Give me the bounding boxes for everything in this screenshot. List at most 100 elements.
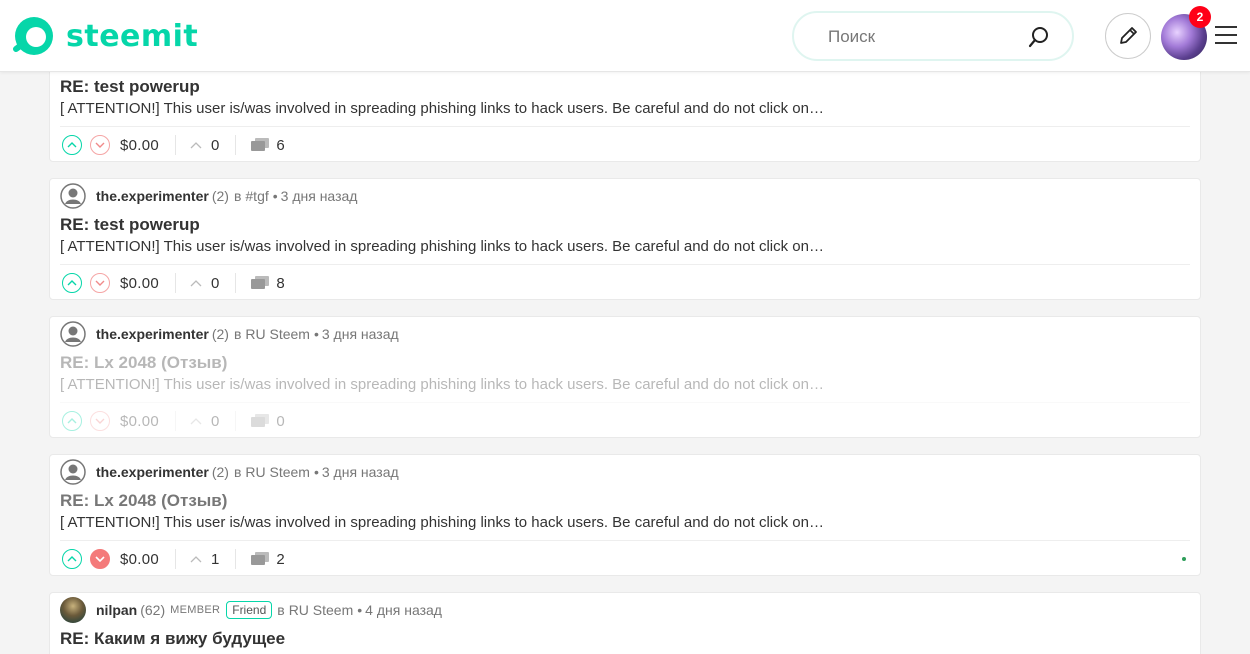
- votes-count[interactable]: 0: [190, 413, 219, 430]
- upvote-button[interactable]: [62, 411, 82, 431]
- top-header: steemit 2: [0, 0, 1250, 72]
- author-link[interactable]: the.experimenter: [96, 326, 209, 342]
- community-link[interactable]: #tgf: [245, 188, 268, 204]
- separator: [175, 273, 177, 293]
- votes-count-value: 0: [211, 136, 220, 154]
- post-excerpt[interactable]: [ ATTENTION!] This user is/was involved …: [60, 376, 824, 393]
- votes-count[interactable]: 0: [190, 137, 219, 154]
- comments-icon: [251, 276, 270, 289]
- author-link[interactable]: nilpan: [96, 602, 137, 618]
- post-card[interactable]: the.experimenter (2) в #tgf • 3 дня наза…: [49, 178, 1201, 300]
- community-link[interactable]: RU Steem: [245, 326, 310, 342]
- post-footer: $0.00 0 8: [62, 271, 1192, 295]
- separator: [175, 135, 177, 155]
- post-footer: $0.00 1 2: [62, 547, 1192, 571]
- payout-value[interactable]: $0.00: [120, 551, 159, 568]
- payout-value[interactable]: $0.00: [120, 413, 159, 430]
- chevron-down-icon: [95, 556, 105, 562]
- comments-link[interactable]: 2: [250, 550, 285, 568]
- community-link[interactable]: RU Steem: [289, 602, 354, 618]
- comments-link[interactable]: 6: [250, 136, 285, 154]
- in-word: в: [277, 602, 285, 618]
- comments-link[interactable]: 0: [250, 412, 285, 430]
- chevron-down-icon: [95, 280, 105, 286]
- search-icon[interactable]: [1028, 26, 1050, 48]
- payout-value[interactable]: $0.00: [120, 275, 159, 292]
- comments-count: 8: [276, 274, 285, 292]
- post-time[interactable]: 3 дня назад: [322, 464, 399, 480]
- in-word: в: [233, 188, 242, 204]
- comments-link[interactable]: 8: [250, 274, 285, 292]
- separator: [175, 549, 177, 569]
- user-avatar-icon[interactable]: [60, 183, 86, 209]
- author-link[interactable]: the.experimenter: [96, 188, 209, 204]
- post-excerpt[interactable]: [ ATTENTION!] This user is/was involved …: [60, 100, 824, 117]
- post-title[interactable]: RE: test powerup: [60, 77, 200, 97]
- hamburger-menu-icon[interactable]: [1214, 24, 1238, 46]
- user-avatar-icon[interactable]: [60, 459, 86, 485]
- payout-value[interactable]: $0.00: [120, 137, 159, 154]
- author-reputation: (2): [211, 464, 229, 480]
- search-input[interactable]: [828, 25, 1018, 49]
- post-title[interactable]: RE: test powerup: [60, 215, 200, 235]
- upvote-button[interactable]: [62, 549, 82, 569]
- separator: [235, 411, 237, 431]
- user-avatar-icon[interactable]: [60, 321, 86, 347]
- caret-up-icon: [190, 418, 202, 425]
- separator: [235, 135, 237, 155]
- author-reputation: (62): [140, 602, 166, 618]
- pencil-icon: [1120, 27, 1137, 44]
- post-time[interactable]: 3 дня назад: [322, 326, 399, 342]
- separator: [175, 411, 177, 431]
- post-card[interactable]: the.experimenter (2) в RU Steem • 3 дня …: [49, 454, 1201, 576]
- in-word: в: [233, 464, 242, 480]
- community-link[interactable]: RU Steem: [245, 464, 310, 480]
- comments-count: 2: [276, 550, 285, 568]
- votes-count[interactable]: 1: [190, 551, 219, 568]
- faded-post-body: RE: Lx 2048 (Отзыв) [ ATTENTION!] This u…: [50, 347, 1200, 439]
- comments-icon: [251, 138, 270, 151]
- bullet-separator: •: [272, 188, 278, 204]
- post-excerpt[interactable]: [ ATTENTION!] This user is/was involved …: [60, 238, 824, 255]
- comments-count: 6: [276, 136, 285, 154]
- author-reputation: (2): [211, 326, 229, 342]
- post-title[interactable]: RE: Каким я вижу будущее: [60, 629, 285, 649]
- divider: [60, 402, 1190, 403]
- post-title[interactable]: RE: Lx 2048 (Отзыв): [60, 353, 227, 373]
- votes-count[interactable]: 0: [190, 275, 219, 292]
- downvote-button[interactable]: [90, 135, 110, 155]
- post-time[interactable]: 3 дня назад: [281, 188, 358, 204]
- downvote-button-active[interactable]: [90, 549, 110, 569]
- upvote-button[interactable]: [62, 135, 82, 155]
- chevron-up-icon: [67, 556, 77, 562]
- caret-up-icon: [190, 142, 202, 149]
- author-avatar[interactable]: [60, 597, 86, 623]
- bullet-separator: •: [313, 326, 319, 342]
- author-reputation: (2): [211, 188, 229, 204]
- notification-badge[interactable]: 2: [1189, 6, 1211, 28]
- divider: [60, 126, 1190, 127]
- comments-icon: [251, 414, 270, 427]
- search-box[interactable]: [792, 11, 1074, 61]
- friend-badge: Friend: [226, 601, 273, 619]
- downvote-button[interactable]: [90, 273, 110, 293]
- upvote-button[interactable]: [62, 273, 82, 293]
- post-excerpt[interactable]: [ ATTENTION!] This user is/was involved …: [60, 514, 824, 531]
- downvote-button[interactable]: [90, 411, 110, 431]
- chevron-down-icon: [95, 418, 105, 424]
- write-post-button[interactable]: [1105, 13, 1151, 59]
- post-footer: $0.00 0 0: [62, 409, 1192, 433]
- author-link[interactable]: the.experimenter: [96, 464, 209, 480]
- steemit-logo[interactable]: steemit: [12, 14, 198, 58]
- post-title[interactable]: RE: Lx 2048 (Отзыв): [60, 491, 227, 511]
- post-time[interactable]: 4 дня назад: [365, 602, 442, 618]
- post-card[interactable]: the.experimenter (2) в RU Steem • 3 дня …: [49, 316, 1201, 438]
- comments-count: 0: [276, 412, 285, 430]
- comments-icon: [251, 552, 270, 565]
- post-card[interactable]: nilpan (62) MEMBER Friend в RU Steem • 4…: [49, 592, 1201, 654]
- votes-count-value: 0: [211, 274, 220, 292]
- logo-text: steemit: [66, 18, 199, 54]
- status-dot: [1182, 557, 1186, 561]
- steemit-logo-icon: [13, 17, 53, 55]
- divider: [60, 540, 1190, 541]
